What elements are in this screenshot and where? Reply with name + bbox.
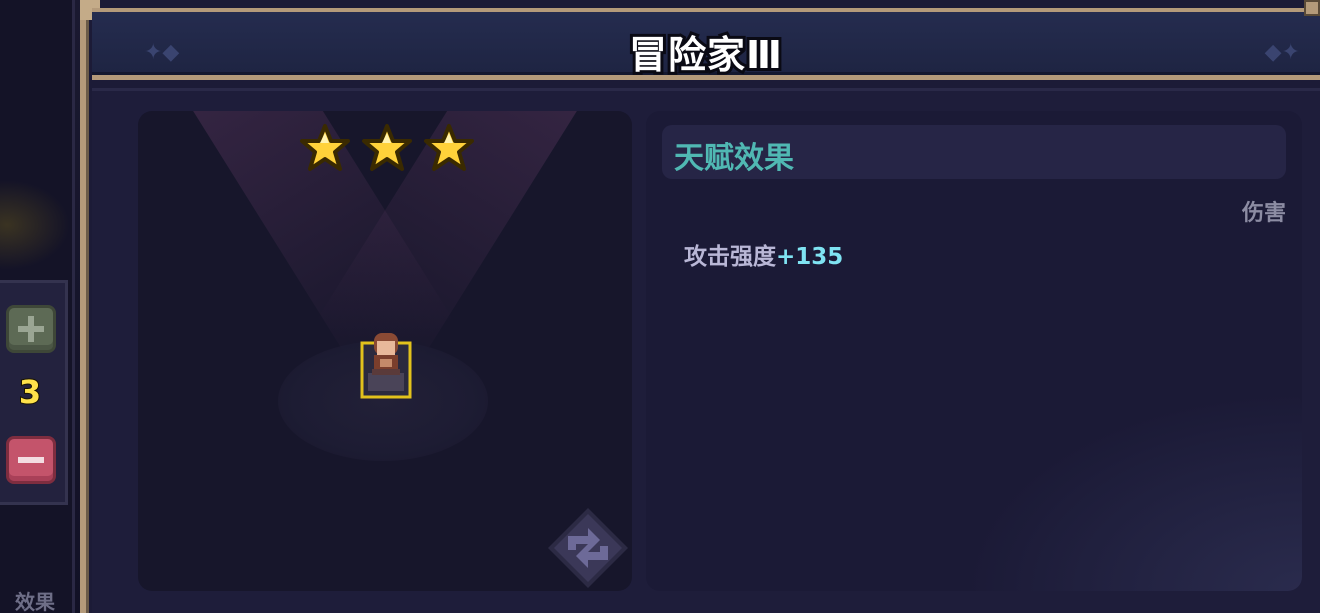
- damage-tag: 伤害: [1241, 201, 1286, 226]
- talent-effect-header: 天赋效果: [662, 125, 1286, 179]
- panel-glow: [962, 391, 1302, 591]
- talent-effect-title: 天赋效果: [674, 141, 794, 176]
- talent-info-panel: 天赋效果 伤害 攻击强度+135: [646, 111, 1302, 591]
- star-icon: [362, 124, 412, 171]
- title-bar: ✦◆ 冒险家Ⅲ ◆✦: [92, 8, 1320, 80]
- corner-ornament: [1304, 0, 1320, 16]
- talent-window: ✦◆ 冒险家Ⅲ ◆✦ 天赋效果 伤害 攻击强度+135: [80, 0, 1320, 613]
- diamond-ornament-icon: ◆✦: [1264, 40, 1300, 65]
- window-content: 天赋效果 伤害 攻击强度+135: [92, 88, 1320, 613]
- swap-arrows-icon[interactable]: [546, 506, 630, 590]
- star-rating: [298, 123, 476, 173]
- effect-tab[interactable]: 效果: [0, 586, 70, 613]
- star-icon: [424, 124, 474, 171]
- effect-label: 攻击强度: [684, 244, 776, 270]
- effect-line: 攻击强度+135: [684, 237, 843, 271]
- increase-button[interactable]: [6, 305, 56, 353]
- quantity-value: 3: [18, 372, 42, 412]
- star-icon: [300, 124, 350, 171]
- effect-value: +135: [776, 244, 844, 270]
- decrease-button[interactable]: [6, 436, 56, 484]
- hero-portrait-icon[interactable]: [360, 329, 412, 399]
- plus-icon: [18, 316, 44, 342]
- window-title: 冒险家Ⅲ: [626, 30, 785, 80]
- hero-preview: [138, 111, 632, 591]
- game-screen: 3 效果 ✦◆ 冒险家Ⅲ ◆✦ 天赋效果 伤害 攻击强度+135: [0, 0, 1320, 613]
- minus-icon: [18, 457, 44, 463]
- side-decoration: [0, 180, 70, 270]
